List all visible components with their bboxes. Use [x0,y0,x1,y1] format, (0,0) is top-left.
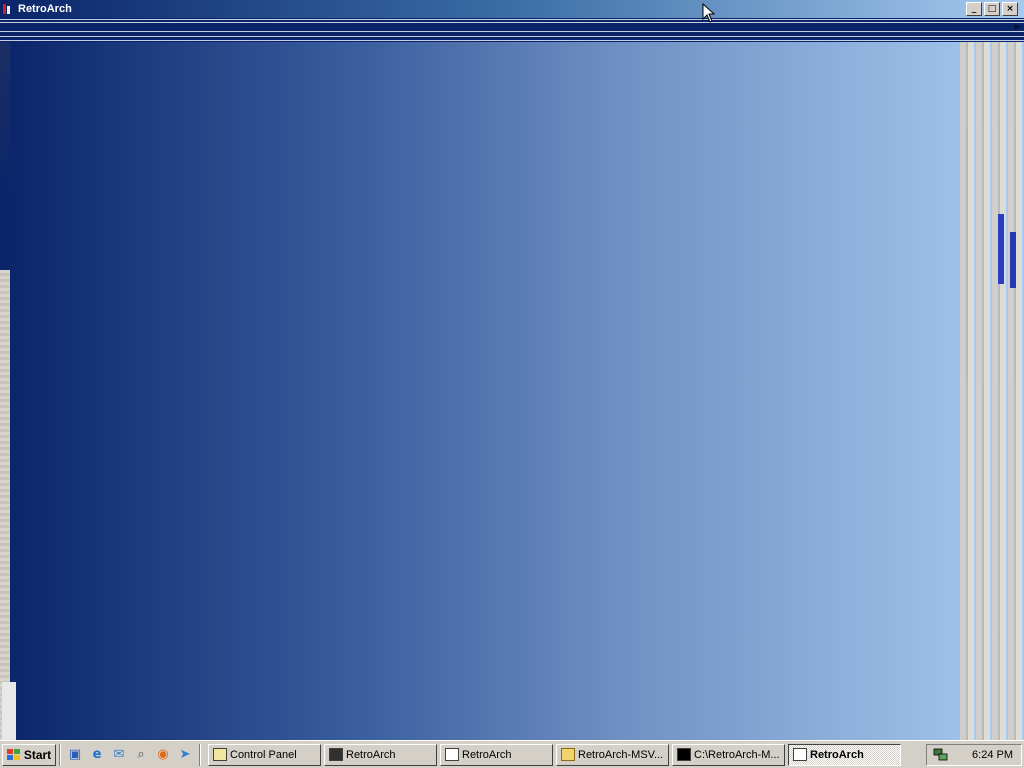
task-retroarch-1[interactable]: RetroArch [324,743,437,766]
console-icon [677,748,691,761]
window-controls: _ □ × [966,2,1018,16]
title-bar[interactable]: RetroArch _ □ × [0,0,1024,18]
task-retroarch-folder[interactable]: RetroArch-MSV... [556,743,669,766]
menu-chevron-icon[interactable]: » [1013,20,1020,33]
task-label: RetroArch [346,748,396,761]
task-console[interactable]: C:\RetroArch-M... [672,743,785,766]
menu-bar[interactable] [0,18,1024,42]
window-title: RetroArch [18,3,72,15]
separator [199,743,201,766]
internet-explorer-icon[interactable]: e [88,746,106,764]
retroarch-icon [329,748,343,761]
task-label: C:\RetroArch-M... [694,748,780,761]
close-button[interactable]: × [1002,2,1018,16]
retroarch-window-icon [793,748,807,761]
control-panel-icon [213,748,227,761]
windows-logo-icon [6,748,21,761]
clock[interactable]: 6:24 PM [972,749,1013,761]
task-label: Control Panel [230,748,297,761]
minimize-button[interactable]: _ [966,2,982,16]
show-desktop-icon[interactable]: ▣ [66,746,84,764]
system-tray: 6:24 PM [926,744,1022,766]
taskbar: Start ▣ e ✉ ⌕ ◉ ➤ Control Panel RetroArc… [0,740,1024,768]
task-retroarch-active[interactable]: RetroArch [788,743,901,766]
task-label: RetroArch [810,748,864,761]
task-label: RetroArch-MSV... [578,748,664,761]
retroarch-window: RetroArch _ □ × » [0,0,1024,740]
maximize-button[interactable]: □ [984,2,1000,16]
outlook-icon[interactable]: ✉ [110,746,128,764]
task-control-panel[interactable]: Control Panel [208,743,321,766]
search-icon[interactable]: ⌕ [132,746,150,764]
task-list: Control Panel RetroArch RetroArch RetroA… [208,743,901,766]
mouse-cursor-icon [702,3,716,23]
render-artifact-left [0,42,18,740]
folder-icon [561,748,575,761]
firefox-icon[interactable]: ◉ [154,746,172,764]
start-button[interactable]: Start [2,743,56,766]
retroarch-window-icon [445,748,459,761]
network-icon[interactable] [933,748,949,762]
retroarch-icon[interactable] [2,2,16,16]
task-retroarch-2[interactable]: RetroArch [440,743,553,766]
separator [59,743,61,766]
start-label: Start [23,747,52,762]
quick-launch: ▣ e ✉ ⌕ ◉ ➤ [64,746,196,764]
task-label: RetroArch [462,748,512,761]
media-icon[interactable]: ➤ [176,746,194,764]
render-artifact-right [960,42,1024,740]
render-area[interactable] [0,42,1024,740]
